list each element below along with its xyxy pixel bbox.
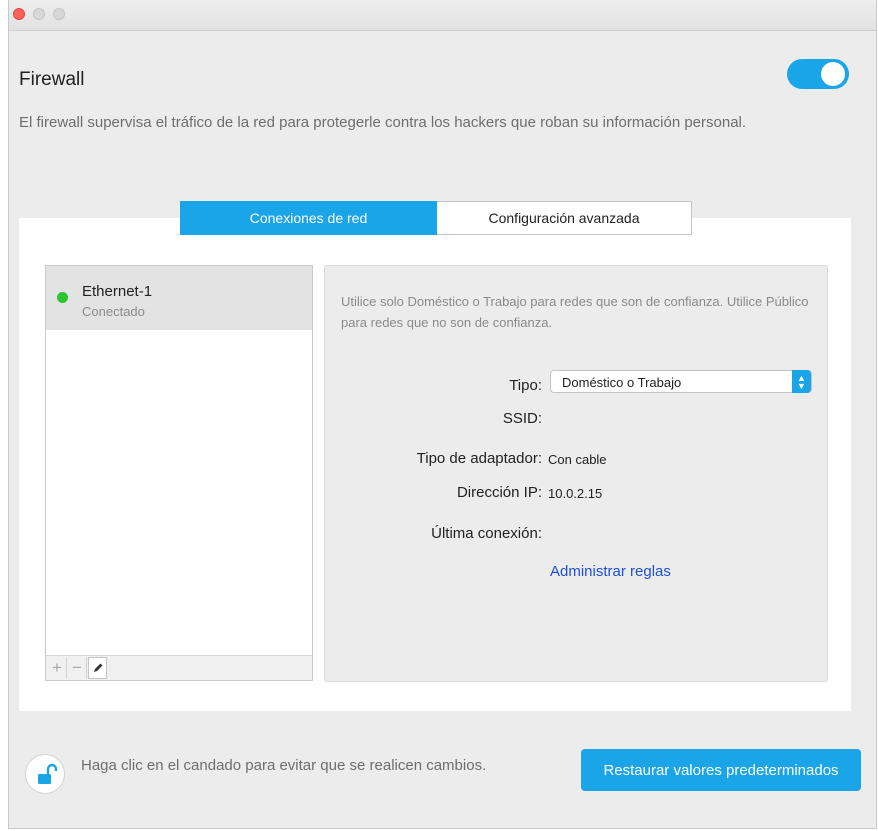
tab-advanced-settings[interactable]: Configuración avanzada [437,201,692,235]
ssid-label: SSID: [502,410,542,427]
network-type-select[interactable]: Doméstico o Trabajo ▲ ▼ [550,370,812,393]
network-status: Conectado [82,304,145,319]
tab-network-connections[interactable]: Conexiones de red [180,201,437,235]
list-item-ethernet-1[interactable]: Ethernet-1 Conectado [46,266,312,330]
firewall-description: El firewall supervisa el tráfico de la r… [19,114,747,131]
title-bar [9,0,876,31]
close-window-button[interactable] [13,8,25,20]
ip-address-label: Dirección IP: [456,484,542,501]
list-toolbar: + − [46,655,312,680]
minimize-window-button[interactable] [33,8,45,20]
network-name: Ethernet-1 [82,283,153,300]
network-list: Ethernet-1 Conectado + − [45,265,313,681]
page-title: Firewall [19,69,85,90]
select-updown-icon: ▲ ▼ [792,370,811,393]
trust-note: Utilice solo Doméstico o Trabajo para re… [341,294,809,330]
minus-icon[interactable]: − [68,657,87,679]
network-type-value: Doméstico o Trabajo [562,375,682,390]
connected-status-dot [57,292,68,303]
plus-icon[interactable]: + [48,657,67,679]
pencil-icon[interactable] [88,657,107,679]
ip-address-value: 10.0.2.15 [548,486,603,501]
adapter-type-value: Con cable [548,452,607,467]
unlocked-padlock-icon [38,763,58,784]
connection-details-panel: Utilice solo Doméstico o Trabajo para re… [324,265,828,682]
lock-hint: Haga clic en el candado para evitar que … [81,757,487,774]
firewall-toggle[interactable] [787,59,849,89]
lock-button[interactable] [25,754,65,794]
last-connection-label: Última conexión: [431,525,542,542]
zoom-window-button[interactable] [53,8,65,20]
toggle-knob [821,62,845,86]
tab-bar: Conexiones de red Configuración avanzada [180,201,692,236]
restore-defaults-button[interactable]: Restaurar valores predeterminados [581,749,861,791]
type-label: Tipo: [509,377,542,394]
manage-rules-link[interactable]: Administrar reglas [550,563,671,580]
adapter-type-label: Tipo de adaptador: [416,450,542,467]
